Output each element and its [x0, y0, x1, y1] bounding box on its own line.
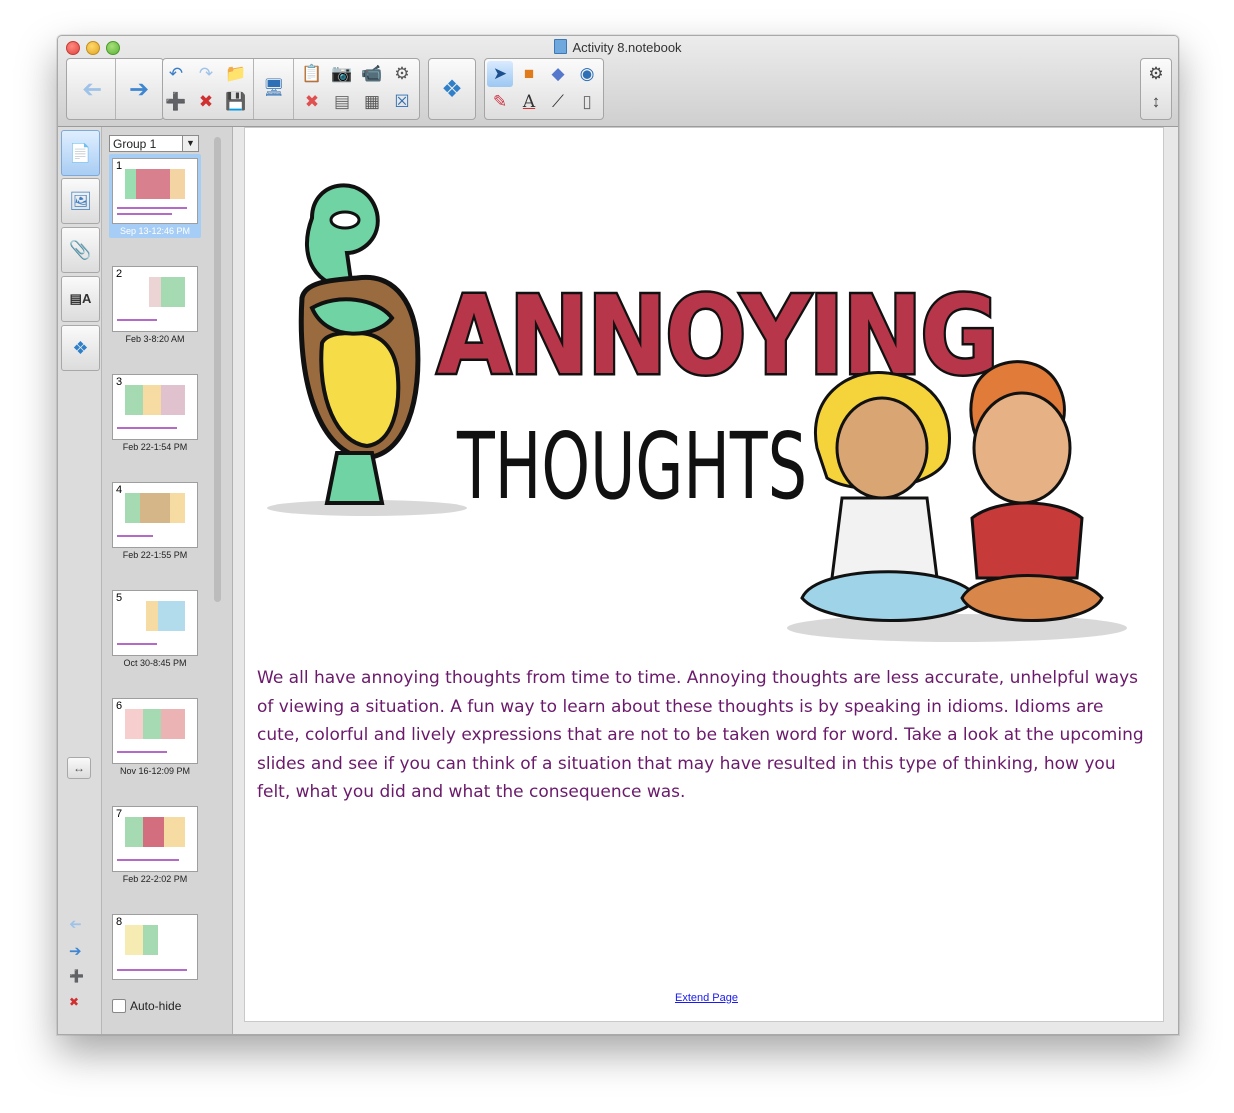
- page-date: Feb 3-8:20 AM: [125, 334, 185, 344]
- thumbnail-image: 4: [112, 482, 198, 548]
- previous-page-icon[interactable]: ➔: [69, 915, 82, 933]
- window-title: Activity 8.notebook: [58, 39, 1178, 55]
- drawing-tools-group: ➤ ■ ◆ ◉ ✎ A ⟋ ▯: [484, 58, 604, 120]
- page-thumbnail-8[interactable]: 8: [109, 910, 201, 980]
- navigation-group: ➔ ➔: [66, 58, 164, 120]
- fit-icon[interactable]: ☒: [389, 89, 415, 115]
- addons-tab-icon[interactable]: ❖: [61, 325, 100, 371]
- thumbnail-image: 8: [112, 914, 198, 980]
- thumbnail-image: 3: [112, 374, 198, 440]
- title-bar: Activity 8.notebook ➔ ➔ .tbgroup .bigbtn…: [58, 36, 1178, 127]
- fill-tool-icon[interactable]: ◉: [574, 61, 600, 87]
- intro-paragraph: We all have annoying thoughts from time …: [257, 668, 1144, 803]
- page-date: Feb 22-1:54 PM: [122, 442, 188, 452]
- back-arrow-icon[interactable]: ➔: [69, 59, 115, 119]
- page-date: Nov 16-12:09 PM: [119, 766, 191, 776]
- add-page-icon[interactable]: ➕: [163, 89, 189, 115]
- shape-icon[interactable]: ■: [516, 61, 542, 87]
- move-sidebar-icon[interactable]: ↔: [67, 757, 91, 779]
- redo-icon[interactable]: ↷: [193, 61, 219, 87]
- properties-tab-icon[interactable]: ▤A: [61, 276, 100, 322]
- thumbnail-image: 7: [112, 806, 198, 872]
- page-thumbnail-5[interactable]: 5 Oct 30-8:45 PM: [109, 586, 201, 668]
- select-icon[interactable]: ➤: [487, 61, 513, 87]
- forward-arrow-icon[interactable]: ➔: [116, 59, 162, 119]
- page-date: Sep 13-12:46 PM: [119, 226, 191, 236]
- save-icon[interactable]: 💾: [223, 89, 249, 115]
- extend-page-link[interactable]: Extend Page: [675, 992, 738, 1004]
- line-icon[interactable]: ⟋: [545, 89, 571, 115]
- chevron-down-icon: ▼: [182, 136, 198, 151]
- page-date: Feb 22-2:02 PM: [122, 874, 188, 884]
- page-date: Oct 30-8:45 PM: [123, 658, 187, 668]
- page-thumbnail-1[interactable]: 1 Sep 13-12:46 PM: [109, 154, 201, 238]
- settings-gear-icon[interactable]: ⚙: [1143, 61, 1169, 87]
- page-canvas[interactable]: ANNOYING THOUGHTS We all have annoying t…: [244, 127, 1164, 1022]
- page-thumbnail-3[interactable]: 3 Feb 22-1:54 PM: [109, 370, 201, 452]
- app-window: Activity 8.notebook ➔ ➔ .tbgroup .bigbtn…: [57, 35, 1179, 1035]
- side-tabs: 📄 🖼 📎 ▤A ❖ ↔ ➔ ➔ ➕ ✖: [58, 127, 102, 1034]
- undo-icon[interactable]: ↶: [163, 61, 189, 87]
- gallery-tab-icon[interactable]: 🖼: [61, 178, 100, 224]
- attachments-tab-icon[interactable]: 📎: [61, 227, 100, 273]
- auto-hide-option[interactable]: Auto-hide: [112, 999, 181, 1013]
- open-folder-icon[interactable]: 📁: [223, 61, 249, 87]
- page-thumbnail-6[interactable]: 6 Nov 16-12:09 PM: [109, 694, 201, 776]
- table-icon[interactable]: ▦: [359, 89, 385, 115]
- remove-page-icon[interactable]: ✖: [69, 995, 79, 1009]
- auto-hide-checkbox[interactable]: [112, 999, 126, 1013]
- screen-capture-icon[interactable]: 📷: [329, 61, 355, 87]
- addons-group: ❖: [428, 58, 476, 120]
- display-icon[interactable]: ▤: [329, 89, 355, 115]
- thumbnail-image: 6: [112, 698, 198, 764]
- girl-character: [800, 370, 979, 622]
- text-icon[interactable]: A: [516, 89, 542, 115]
- eraser-tool-icon[interactable]: ◆: [545, 61, 571, 87]
- thumbnail-image: 5: [112, 590, 198, 656]
- turtle-character: [298, 183, 421, 505]
- delete-icon[interactable]: ✖: [299, 89, 325, 115]
- screen-shade-icon[interactable]: 🖥: [261, 75, 287, 101]
- edit-tools-group: ↶ ↷ 📁 ➕ ✖ 💾 🖥 📋 📷 📹 ⚙ ✖ ▤ ▦ ☒: [162, 58, 420, 120]
- heading-thoughts: THOUGHTS: [456, 413, 807, 520]
- sorter-scrollbar[interactable]: [214, 137, 221, 602]
- page-thumbnail-7[interactable]: 7 Feb 22-2:02 PM: [109, 802, 201, 884]
- pens-icon[interactable]: ✎: [487, 89, 513, 115]
- addon-puzzle-icon[interactable]: ❖: [429, 59, 475, 119]
- document-camera-icon[interactable]: 📹: [359, 61, 385, 87]
- boy-character: [960, 360, 1104, 622]
- group-selector[interactable]: Group 1 ▼: [109, 135, 199, 152]
- page-sorter: Group 1 ▼ 1 Sep 13-12:46 PM 2 Feb 3-8:20…: [102, 127, 233, 1034]
- annoying-thoughts-illustration: ANNOYING THOUGHTS: [267, 183, 1127, 642]
- fill-icon[interactable]: ⚙: [389, 61, 415, 87]
- expand-icon[interactable]: ↕: [1143, 89, 1169, 115]
- page-thumbnail-2[interactable]: 2 Feb 3-8:20 AM: [109, 262, 201, 344]
- settings-group: ⚙ ↕: [1140, 58, 1172, 120]
- document-icon: [554, 39, 568, 54]
- next-page-icon[interactable]: ➔: [69, 942, 82, 960]
- eraser-icon[interactable]: ▯: [574, 89, 600, 115]
- delete-page-icon[interactable]: ✖: [193, 89, 219, 115]
- paste-icon[interactable]: 📋: [299, 61, 325, 87]
- page-thumbnail-4[interactable]: 4 Feb 22-1:55 PM: [109, 478, 201, 560]
- thumbnail-image: 1: [112, 158, 198, 224]
- page-sorter-tab-icon[interactable]: 📄: [61, 130, 100, 176]
- insert-page-icon[interactable]: ➕: [69, 969, 84, 983]
- page-date: Feb 22-1:55 PM: [122, 550, 188, 560]
- thumbnail-image: 2: [112, 266, 198, 332]
